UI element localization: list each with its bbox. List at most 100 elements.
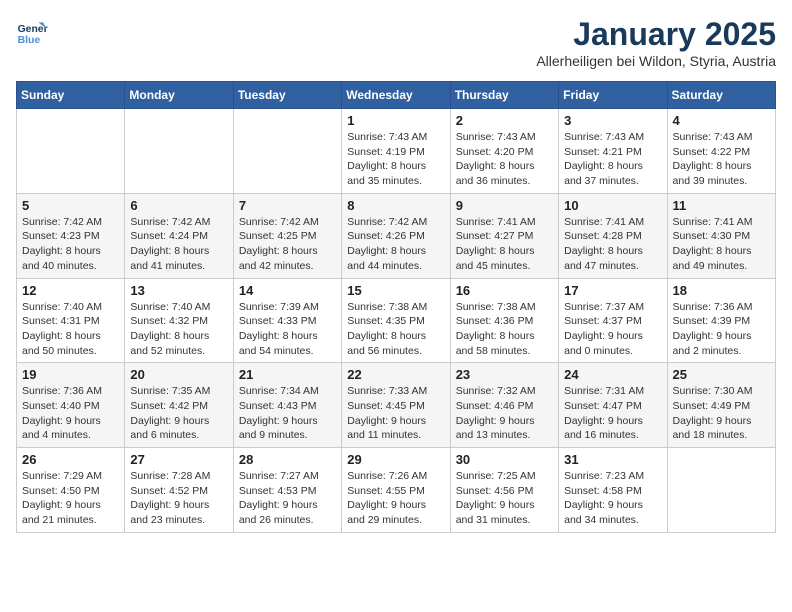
weekday-header-tuesday: Tuesday [233, 82, 341, 109]
day-info: Sunrise: 7:38 AMSunset: 4:35 PMDaylight:… [347, 300, 444, 359]
day-number: 18 [673, 283, 770, 298]
day-number: 20 [130, 367, 227, 382]
day-info: Sunrise: 7:36 AMSunset: 4:40 PMDaylight:… [22, 384, 119, 443]
day-number: 29 [347, 452, 444, 467]
day-info: Sunrise: 7:41 AMSunset: 4:30 PMDaylight:… [673, 215, 770, 274]
day-number: 12 [22, 283, 119, 298]
weekday-header-saturday: Saturday [667, 82, 775, 109]
week-row-4: 19 Sunrise: 7:36 AMSunset: 4:40 PMDayligh… [17, 363, 776, 448]
day-number: 24 [564, 367, 661, 382]
day-info: Sunrise: 7:40 AMSunset: 4:32 PMDaylight:… [130, 300, 227, 359]
day-info: Sunrise: 7:33 AMSunset: 4:45 PMDaylight:… [347, 384, 444, 443]
calendar-cell [233, 109, 341, 194]
weekday-header-row: SundayMondayTuesdayWednesdayThursdayFrid… [17, 82, 776, 109]
day-number: 1 [347, 113, 444, 128]
calendar-cell: 3 Sunrise: 7:43 AMSunset: 4:21 PMDaylight… [559, 109, 667, 194]
day-number: 5 [22, 198, 119, 213]
day-number: 14 [239, 283, 336, 298]
day-number: 3 [564, 113, 661, 128]
day-number: 2 [456, 113, 553, 128]
day-info: Sunrise: 7:37 AMSunset: 4:37 PMDaylight:… [564, 300, 661, 359]
calendar-cell: 17 Sunrise: 7:37 AMSunset: 4:37 PMDayligh… [559, 278, 667, 363]
calendar-table: SundayMondayTuesdayWednesdayThursdayFrid… [16, 81, 776, 533]
week-row-5: 26 Sunrise: 7:29 AMSunset: 4:50 PMDayligh… [17, 448, 776, 533]
logo: General Blue [16, 16, 48, 48]
calendar-cell: 19 Sunrise: 7:36 AMSunset: 4:40 PMDayligh… [17, 363, 125, 448]
week-row-2: 5 Sunrise: 7:42 AMSunset: 4:23 PMDaylight… [17, 193, 776, 278]
day-info: Sunrise: 7:43 AMSunset: 4:22 PMDaylight:… [673, 130, 770, 189]
calendar-cell: 31 Sunrise: 7:23 AMSunset: 4:58 PMDayligh… [559, 448, 667, 533]
calendar-cell: 15 Sunrise: 7:38 AMSunset: 4:35 PMDayligh… [342, 278, 450, 363]
weekday-header-wednesday: Wednesday [342, 82, 450, 109]
day-number: 10 [564, 198, 661, 213]
day-number: 8 [347, 198, 444, 213]
calendar-cell: 29 Sunrise: 7:26 AMSunset: 4:55 PMDayligh… [342, 448, 450, 533]
day-info: Sunrise: 7:43 AMSunset: 4:19 PMDaylight:… [347, 130, 444, 189]
day-number: 31 [564, 452, 661, 467]
calendar-cell: 4 Sunrise: 7:43 AMSunset: 4:22 PMDaylight… [667, 109, 775, 194]
calendar-cell: 24 Sunrise: 7:31 AMSunset: 4:47 PMDayligh… [559, 363, 667, 448]
day-number: 25 [673, 367, 770, 382]
day-number: 13 [130, 283, 227, 298]
day-number: 19 [22, 367, 119, 382]
day-info: Sunrise: 7:36 AMSunset: 4:39 PMDaylight:… [673, 300, 770, 359]
calendar-cell: 9Sunrise: 7:41 AMSunset: 4:27 PMDaylight… [450, 193, 558, 278]
day-info: Sunrise: 7:42 AMSunset: 4:23 PMDaylight:… [22, 215, 119, 274]
day-number: 15 [347, 283, 444, 298]
calendar-cell: 25 Sunrise: 7:30 AMSunset: 4:49 PMDayligh… [667, 363, 775, 448]
day-number: 6 [130, 198, 227, 213]
calendar-cell: 22 Sunrise: 7:33 AMSunset: 4:45 PMDayligh… [342, 363, 450, 448]
calendar-cell [125, 109, 233, 194]
calendar-cell: 5 Sunrise: 7:42 AMSunset: 4:23 PMDaylight… [17, 193, 125, 278]
day-info: Sunrise: 7:29 AMSunset: 4:50 PMDaylight:… [22, 469, 119, 528]
day-number: 11 [673, 198, 770, 213]
calendar-cell: 30 Sunrise: 7:25 AMSunset: 4:56 PMDayligh… [450, 448, 558, 533]
logo-icon: General Blue [16, 16, 48, 48]
calendar-cell [17, 109, 125, 194]
day-info: Sunrise: 7:40 AMSunset: 4:31 PMDaylight:… [22, 300, 119, 359]
day-number: 16 [456, 283, 553, 298]
title-block: January 2025 Allerheiligen bei Wildon, S… [536, 16, 776, 69]
calendar-cell: 18 Sunrise: 7:36 AMSunset: 4:39 PMDayligh… [667, 278, 775, 363]
day-number: 17 [564, 283, 661, 298]
calendar-cell: 20 Sunrise: 7:35 AMSunset: 4:42 PMDayligh… [125, 363, 233, 448]
calendar-cell: 1 Sunrise: 7:43 AMSunset: 4:19 PMDaylight… [342, 109, 450, 194]
day-number: 4 [673, 113, 770, 128]
day-info: Sunrise: 7:30 AMSunset: 4:49 PMDaylight:… [673, 384, 770, 443]
day-info: Sunrise: 7:27 AMSunset: 4:53 PMDaylight:… [239, 469, 336, 528]
day-info: Sunrise: 7:25 AMSunset: 4:56 PMDaylight:… [456, 469, 553, 528]
calendar-cell: 16Sunrise: 7:38 AMSunset: 4:36 PMDayligh… [450, 278, 558, 363]
day-info: Sunrise: 7:43 AMSunset: 4:20 PMDaylight:… [456, 130, 553, 189]
day-info: Sunrise: 7:26 AMSunset: 4:55 PMDaylight:… [347, 469, 444, 528]
calendar-cell: 13 Sunrise: 7:40 AMSunset: 4:32 PMDayligh… [125, 278, 233, 363]
calendar-cell: 8 Sunrise: 7:42 AMSunset: 4:26 PMDaylight… [342, 193, 450, 278]
calendar-cell: 10 Sunrise: 7:41 AMSunset: 4:28 PMDayligh… [559, 193, 667, 278]
day-info: Sunrise: 7:42 AMSunset: 4:26 PMDaylight:… [347, 215, 444, 274]
day-number: 26 [22, 452, 119, 467]
day-info: Sunrise: 7:42 AMSunset: 4:25 PMDaylight:… [239, 215, 336, 274]
day-number: 27 [130, 452, 227, 467]
day-info: Sunrise: 7:41 AMSunset: 4:28 PMDaylight:… [564, 215, 661, 274]
weekday-header-monday: Monday [125, 82, 233, 109]
day-info: Sunrise: 7:31 AMSunset: 4:47 PMDaylight:… [564, 384, 661, 443]
calendar-cell: 11 Sunrise: 7:41 AMSunset: 4:30 PMDayligh… [667, 193, 775, 278]
day-info: Sunrise: 7:43 AMSunset: 4:21 PMDaylight:… [564, 130, 661, 189]
weekday-header-sunday: Sunday [17, 82, 125, 109]
calendar-cell [667, 448, 775, 533]
calendar-cell: 7Sunrise: 7:42 AMSunset: 4:25 PMDaylight… [233, 193, 341, 278]
day-info: Sunrise: 7:39 AMSunset: 4:33 PMDaylight:… [239, 300, 336, 359]
week-row-3: 12 Sunrise: 7:40 AMSunset: 4:31 PMDayligh… [17, 278, 776, 363]
week-row-1: 1 Sunrise: 7:43 AMSunset: 4:19 PMDaylight… [17, 109, 776, 194]
calendar-cell: 28Sunrise: 7:27 AMSunset: 4:53 PMDayligh… [233, 448, 341, 533]
day-number: 30 [456, 452, 553, 467]
calendar-cell: 27Sunrise: 7:28 AMSunset: 4:52 PMDayligh… [125, 448, 233, 533]
calendar-cell: 21Sunrise: 7:34 AMSunset: 4:43 PMDayligh… [233, 363, 341, 448]
day-number: 22 [347, 367, 444, 382]
day-number: 9 [456, 198, 553, 213]
day-info: Sunrise: 7:35 AMSunset: 4:42 PMDaylight:… [130, 384, 227, 443]
calendar-cell: 26 Sunrise: 7:29 AMSunset: 4:50 PMDayligh… [17, 448, 125, 533]
svg-text:Blue: Blue [18, 35, 41, 46]
calendar-cell: 2 Sunrise: 7:43 AMSunset: 4:20 PMDaylight… [450, 109, 558, 194]
weekday-header-thursday: Thursday [450, 82, 558, 109]
day-info: Sunrise: 7:23 AMSunset: 4:58 PMDaylight:… [564, 469, 661, 528]
